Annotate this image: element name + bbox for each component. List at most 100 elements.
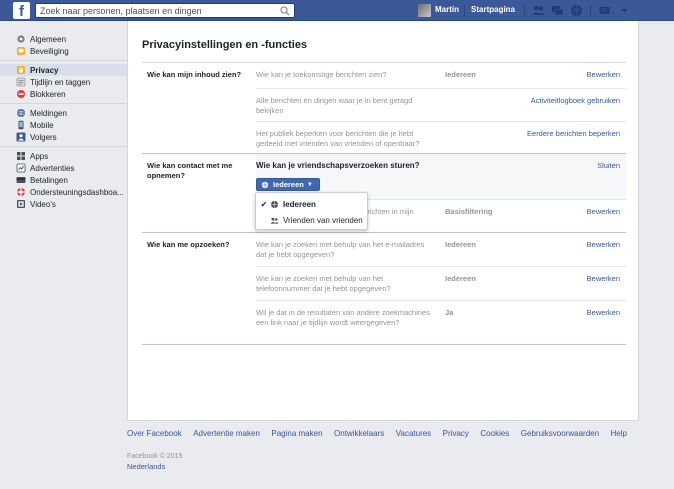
dropdown-option-everyone[interactable]: ✔ Iedereen bbox=[256, 197, 369, 211]
shield-icon bbox=[17, 47, 25, 55]
section-who-can-see: Wie kan mijn inhoud zien? Wie kan je toe… bbox=[142, 63, 626, 154]
footer-links: Over Facebook Advertentie maken Pagina m… bbox=[127, 429, 627, 438]
audience-selector-button[interactable]: Iedereen ▼ bbox=[256, 178, 320, 191]
edit-link[interactable]: Bewerken bbox=[587, 70, 620, 79]
activity-log-link[interactable]: Activiteitlogboek gebruiken bbox=[531, 96, 620, 105]
setting-row[interactable]: Alle berichten en dingen waar je in bent… bbox=[256, 88, 626, 121]
search-input[interactable] bbox=[40, 5, 275, 17]
footer-link-create-ad[interactable]: Advertentie maken bbox=[193, 429, 260, 438]
profile-link[interactable]: Martin bbox=[435, 5, 459, 14]
sidebar-item-label: Apps bbox=[30, 151, 49, 161]
sidebar-item-privacy[interactable]: Privacy bbox=[0, 64, 127, 76]
divider bbox=[590, 5, 591, 16]
sidebar-item-label: Betalingen bbox=[30, 175, 68, 185]
lock-icon bbox=[17, 66, 25, 74]
friend-requests-icon[interactable] bbox=[532, 4, 545, 17]
followers-icon bbox=[16, 132, 26, 142]
sidebar-item-label: Blokkeren bbox=[30, 89, 66, 99]
copyright-text: Facebook © 2015 bbox=[127, 453, 183, 460]
sidebar-item-support-dashboard[interactable]: Ondersteuningsdashboa... bbox=[0, 186, 127, 198]
setting-row[interactable]: Het publiek beperken voor berichten die … bbox=[256, 121, 626, 154]
privacy-settings-panel: Privacyinstellingen en -functies Wie kan… bbox=[127, 21, 639, 421]
sidebar-item-label: Beveiliging bbox=[30, 46, 69, 56]
setting-row[interactable]: Wie kan je zoeken met behulp van het tel… bbox=[256, 266, 626, 300]
chevron-down-icon[interactable] bbox=[618, 4, 631, 17]
sidebar-item-blocking[interactable]: Blokkeren bbox=[0, 88, 127, 100]
setting-row[interactable]: Wie kan je toekomstige berichten zien? I… bbox=[256, 63, 626, 88]
messages-icon[interactable] bbox=[551, 4, 564, 17]
sidebar-item-label: Tijdlijn en taggen bbox=[30, 77, 91, 87]
setting-question: berichten in mijn bbox=[359, 207, 414, 216]
sidebar-item-label: Meldingen bbox=[30, 108, 67, 118]
payments-icon bbox=[16, 177, 26, 183]
sidebar-item-security[interactable]: Beveiliging bbox=[0, 45, 127, 57]
setting-question: Wie kan je zoeken met behulp van het e-m… bbox=[256, 240, 425, 259]
close-link[interactable]: Sluiten bbox=[597, 161, 620, 170]
divider bbox=[524, 5, 525, 16]
edit-link[interactable]: Bewerken bbox=[587, 207, 620, 216]
footer-link-help[interactable]: Help bbox=[611, 429, 627, 438]
setting-row[interactable]: Wil je dat in de resultaten van andere z… bbox=[256, 300, 626, 344]
sidebar-item-followers[interactable]: Volgers bbox=[0, 131, 127, 143]
gear-icon bbox=[17, 35, 25, 43]
edit-link[interactable]: Bewerken bbox=[587, 274, 620, 283]
caret-down-icon: ▼ bbox=[306, 181, 313, 188]
setting-question: Alle berichten en dingen waar je in bent… bbox=[256, 96, 413, 115]
support-icon bbox=[17, 188, 25, 196]
setting-row[interactable]: Wie kan je zoeken met behulp van het e-m… bbox=[256, 233, 626, 266]
section-who-can-contact: Wie kan contact met me opnemen? Wie kan … bbox=[142, 154, 626, 233]
block-icon bbox=[17, 90, 25, 98]
home-link[interactable]: Startpagina bbox=[471, 5, 515, 14]
edit-link[interactable]: Bewerken bbox=[587, 308, 620, 317]
dropdown-option-label: Iedereen bbox=[283, 199, 316, 209]
sidebar-group-privacy: Privacy Tijdlijn en taggen Blokkeren bbox=[0, 61, 127, 104]
section-heading: Wie kan mijn inhoud zien? bbox=[147, 70, 242, 79]
checkmark-icon: ✔ bbox=[260, 199, 268, 209]
page-title: Privacyinstellingen en -functies bbox=[142, 39, 308, 51]
mobile-icon bbox=[18, 120, 24, 130]
limit-past-posts-link[interactable]: Eerdere berichten beperken bbox=[527, 129, 620, 138]
apps-icon bbox=[17, 152, 25, 160]
sidebar-item-mobile[interactable]: Mobile bbox=[0, 119, 127, 131]
privacy-shortcuts-icon[interactable] bbox=[598, 4, 611, 17]
sidebar-group-notifications: Meldingen Mobile Volgers bbox=[0, 104, 127, 147]
footer-link-privacy[interactable]: Privacy bbox=[443, 429, 469, 438]
top-navigation-bar: f Martin Startpagina bbox=[0, 0, 674, 21]
footer-link-developers[interactable]: Ontwikkelaars bbox=[334, 429, 384, 438]
footer-link-careers[interactable]: Vacatures bbox=[396, 429, 431, 438]
language-link[interactable]: Nederlands bbox=[127, 462, 165, 471]
dropdown-option-friends-of-friends[interactable]: Vrienden van vrienden bbox=[256, 213, 369, 227]
setting-question: Wie kan je zoeken met behulp van het tel… bbox=[256, 274, 391, 293]
footer-link-create-page[interactable]: Pagina maken bbox=[271, 429, 322, 438]
footer-link-cookies[interactable]: Cookies bbox=[480, 429, 509, 438]
search-icon[interactable] bbox=[280, 6, 290, 16]
facebook-logo[interactable]: f bbox=[13, 2, 30, 19]
dropdown-option-label: Vrienden van vrienden bbox=[283, 215, 363, 225]
footer-link-terms[interactable]: Gebruiksvoorwaarden bbox=[521, 429, 599, 438]
sidebar-item-notifications[interactable]: Meldingen bbox=[0, 107, 127, 119]
sidebar-item-label: Mobile bbox=[30, 120, 54, 130]
sidebar-item-apps[interactable]: Apps bbox=[0, 150, 127, 162]
audience-label: Iedereen bbox=[273, 180, 304, 189]
video-icon bbox=[17, 200, 25, 208]
globe-icon bbox=[270, 200, 279, 208]
notifications-icon[interactable] bbox=[570, 4, 583, 17]
sidebar-item-payments[interactable]: Betalingen bbox=[0, 174, 127, 186]
sidebar-item-timeline[interactable]: Tijdlijn en taggen bbox=[0, 76, 127, 88]
sidebar-group-account: Algemeen Beveiliging bbox=[0, 30, 127, 61]
setting-value: Ja bbox=[445, 308, 454, 317]
edit-link[interactable]: Bewerken bbox=[587, 240, 620, 249]
ads-icon bbox=[16, 163, 26, 173]
sidebar-item-ads[interactable]: Advertenties bbox=[0, 162, 127, 174]
sidebar-item-videos[interactable]: Video's bbox=[0, 198, 127, 210]
setting-question: Wie kan je vriendschapsverzoeken sturen? bbox=[256, 161, 420, 170]
footer-link-about[interactable]: Over Facebook bbox=[127, 429, 182, 438]
globe-icon bbox=[261, 181, 269, 188]
section-heading: Wie kan contact met me opnemen? bbox=[147, 161, 233, 180]
friends-icon bbox=[270, 217, 279, 224]
avatar[interactable] bbox=[418, 4, 431, 17]
search-box bbox=[35, 3, 295, 18]
sidebar-item-general[interactable]: Algemeen bbox=[0, 33, 127, 45]
section-who-can-look-up: Wie kan me opzoeken? Wie kan je zoeken m… bbox=[142, 233, 626, 345]
setting-value: Iedereen bbox=[445, 70, 476, 79]
